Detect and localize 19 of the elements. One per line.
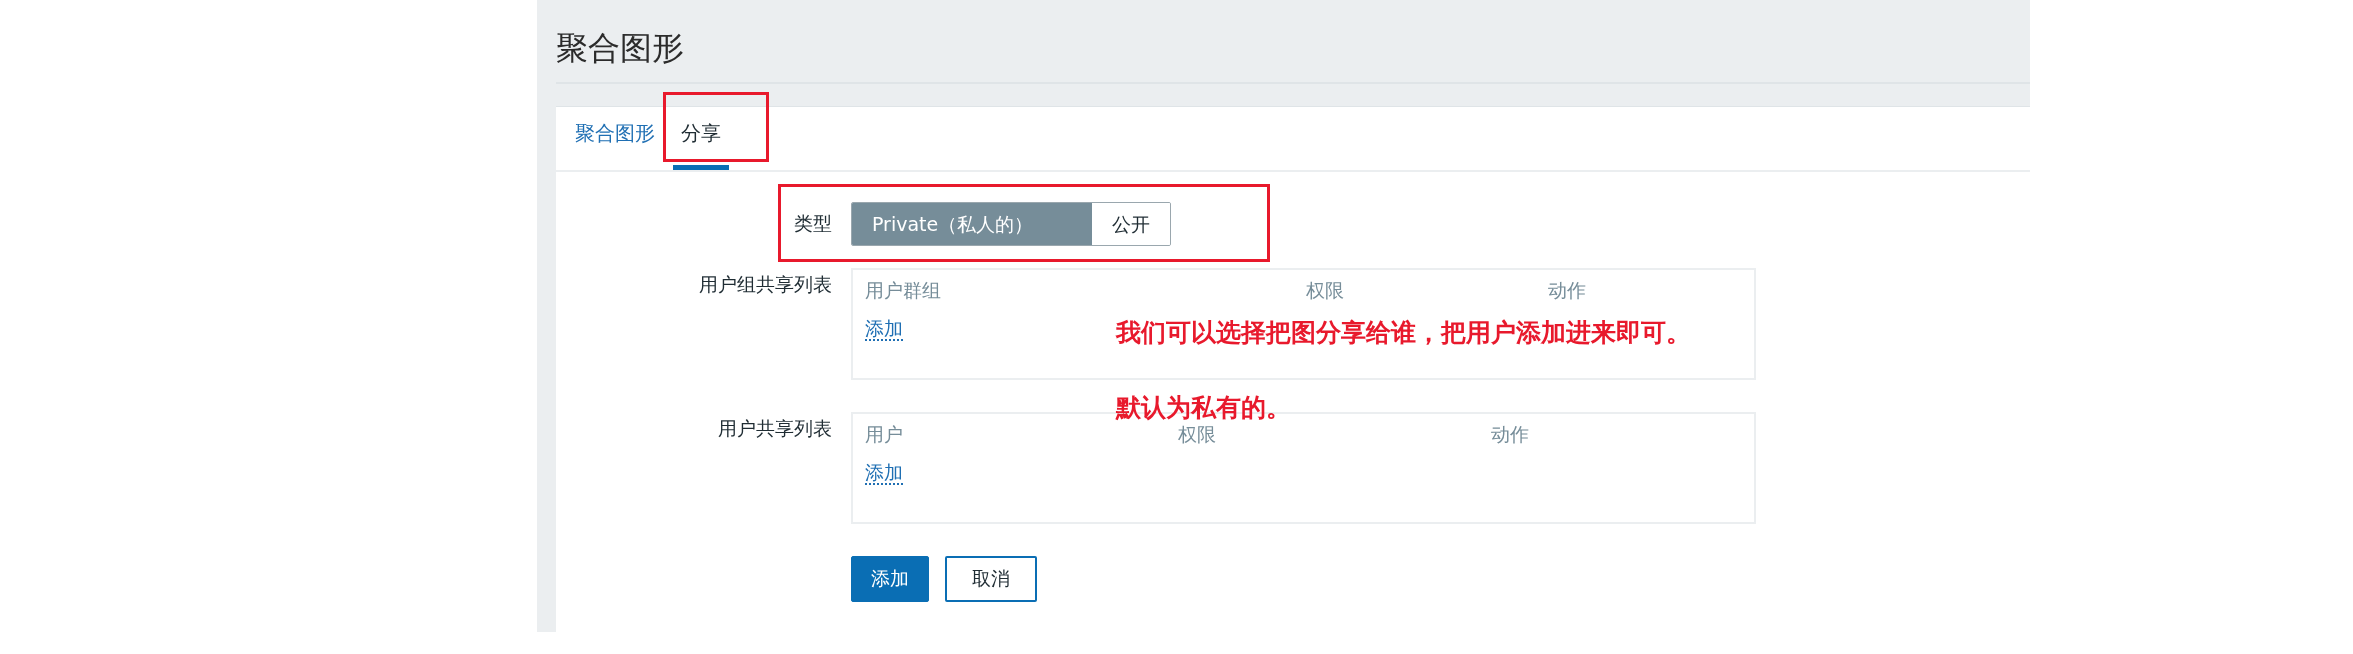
- cancel-button[interactable]: 取消: [945, 556, 1037, 602]
- field-label: 类型: [793, 211, 833, 236]
- column-header: 权限: [1178, 422, 1217, 447]
- tab[interactable]: 聚合图形: [575, 120, 655, 170]
- column-header: 权限: [1306, 278, 1345, 303]
- tab[interactable]: 分享: [673, 120, 729, 170]
- column-header: 动作: [1548, 278, 1586, 303]
- segment-option[interactable]: Private（私人的）: [852, 203, 1092, 245]
- annotation-text: 默认为私有的。: [1116, 392, 1292, 424]
- add-link[interactable]: 添加: [865, 317, 903, 341]
- column-header: 动作: [1491, 422, 1529, 447]
- page-title: 聚合图形: [556, 29, 684, 67]
- add-link[interactable]: 添加: [865, 461, 903, 485]
- field-label: 用户组共享列表: [698, 272, 833, 297]
- field-label: 用户共享列表: [717, 416, 833, 441]
- annotation-text: 我们可以选择把图分享给谁，把用户添加进来即可。: [1116, 317, 1691, 349]
- column-header: 用户群组: [865, 278, 942, 303]
- column-header: 用户: [865, 422, 904, 447]
- add-button[interactable]: 添加: [851, 556, 929, 602]
